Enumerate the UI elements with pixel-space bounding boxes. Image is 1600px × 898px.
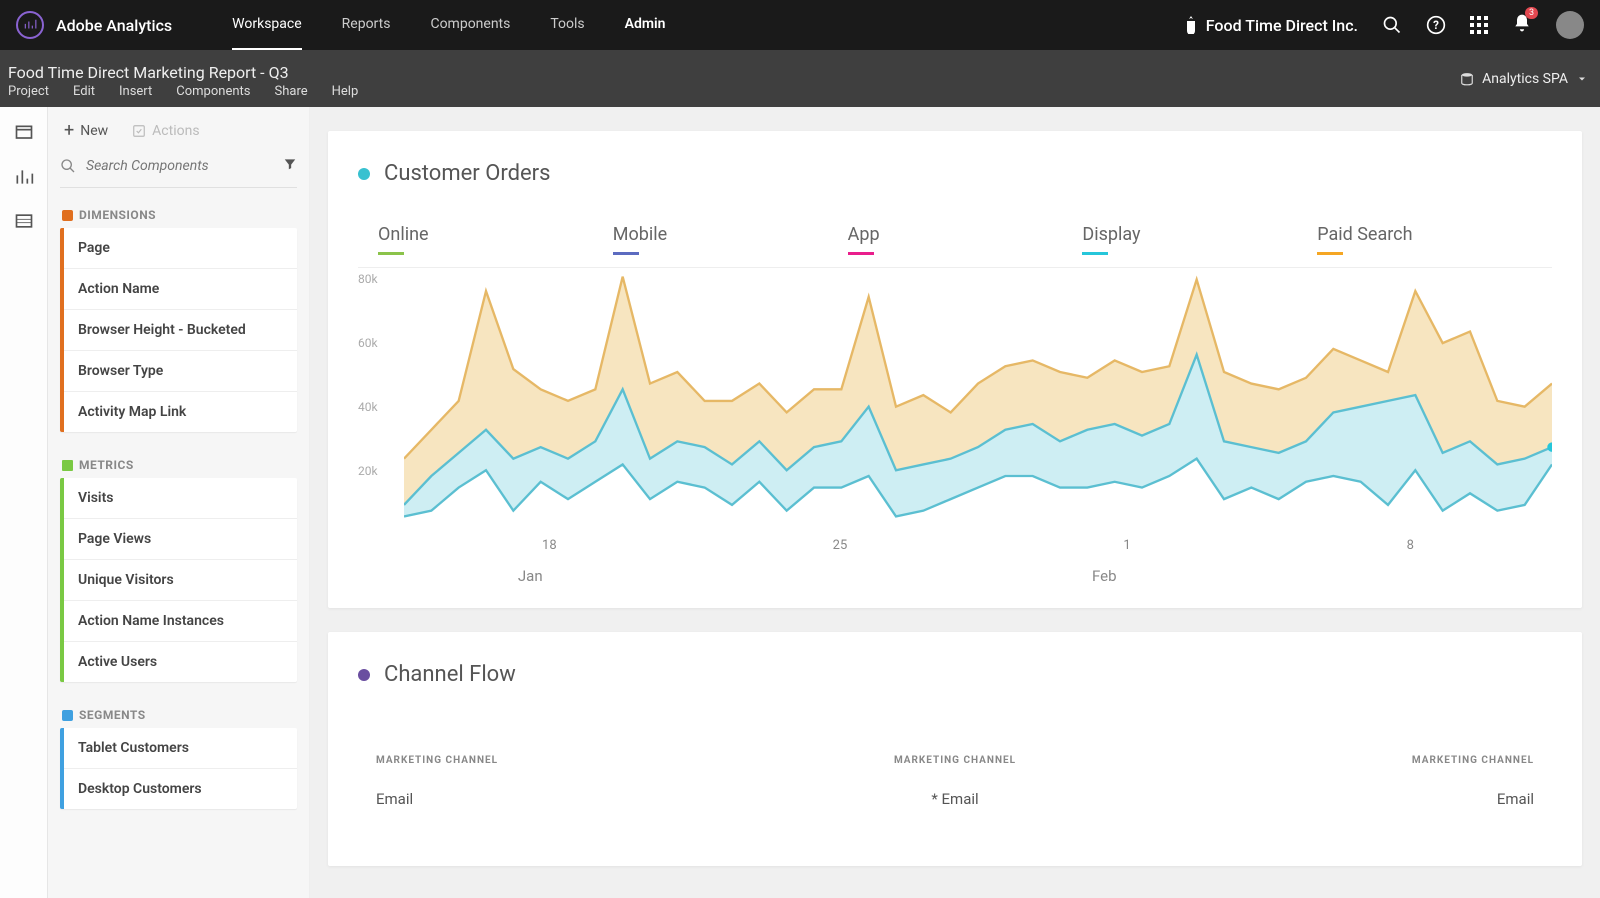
components-sidebar: +New Actions DIMENSIONS PageAction NameB… [48,107,310,898]
metric-item[interactable]: Active Users [64,642,297,682]
flow-col-header: MARKETING CHANNEL [1148,755,1534,766]
channel-tab-mobile[interactable]: Mobile [613,214,848,267]
help-icon[interactable]: ? [1426,15,1446,35]
dimension-item[interactable]: Page [64,228,297,269]
dimensions-color-icon [62,210,73,221]
search-icon [60,158,76,174]
channel-flow-panel: Channel Flow MARKETING CHANNELEmailMARKE… [328,632,1582,866]
chevron-down-icon [1576,73,1588,85]
report-suite-selector[interactable]: Analytics SPA [1460,71,1588,87]
flow-column: MARKETING CHANNEL * Email [762,755,1148,808]
menu-help[interactable]: Help [332,84,359,99]
search-components [60,151,297,188]
filter-icon[interactable] [283,157,297,175]
top-nav-reports[interactable]: Reports [342,0,391,50]
channel-tab-paid-search[interactable]: Paid Search [1317,214,1552,267]
top-nav-workspace[interactable]: Workspace [232,0,302,50]
flow-col-header: MARKETING CHANNEL [376,755,762,766]
segment-item[interactable]: Tablet Customers [64,728,297,769]
metric-item[interactable]: Visits [64,478,297,519]
flow-column: MARKETING CHANNEL Email [376,755,762,808]
panel-title-text: Channel Flow [384,662,516,687]
report-title: Food Time Direct Marketing Report - Q3 [8,59,358,84]
top-nav-components[interactable]: Components [430,0,510,50]
panel-icon[interactable] [14,123,34,143]
top-nav-admin[interactable]: Admin [625,0,666,50]
new-button[interactable]: +New [64,123,108,139]
customer-orders-panel: Customer Orders OnlineMobileAppDisplayPa… [328,131,1582,608]
segment-item[interactable]: Desktop Customers [64,769,297,809]
actions-button: Actions [132,123,199,139]
org-selector[interactable]: Food Time Direct Inc. [1184,16,1358,35]
menu-edit[interactable]: Edit [73,84,95,99]
dimensions-header: DIMENSIONS [60,200,297,228]
menubar: Project Edit Insert Components Share Help [8,84,358,99]
metrics-header: METRICS [60,450,297,478]
workspace-canvas: Customer Orders OnlineMobileAppDisplayPa… [310,107,1600,898]
svg-text:?: ? [1433,18,1439,32]
dimension-item[interactable]: Activity Map Link [64,392,297,432]
panel-dot-icon [358,168,370,180]
sub-header: Food Time Direct Marketing Report - Q3 P… [0,50,1600,107]
segments-list: Tablet CustomersDesktop Customers [60,728,297,809]
panel-dot-icon [358,669,370,681]
menu-components[interactable]: Components [176,84,250,99]
channel-tab-online[interactable]: Online [378,214,613,267]
metrics-color-icon [62,460,73,471]
metric-item[interactable]: Unique Visitors [64,560,297,601]
x-axis-months: JanFeb [404,553,1552,585]
menu-insert[interactable]: Insert [119,84,152,99]
top-nav-tools[interactable]: Tools [550,0,584,50]
segments-color-icon [62,710,73,721]
visualization-icon[interactable] [14,167,34,187]
checkbox-icon [132,124,146,138]
channel-tab-display[interactable]: Display [1082,214,1317,267]
search-input[interactable] [86,158,256,174]
channel-tabs: OnlineMobileAppDisplayPaid Search [358,214,1552,268]
menu-project[interactable]: Project [8,84,49,99]
dimension-item[interactable]: Browser Height - Bucketed [64,310,297,351]
flow-col-value: * Email [762,790,1148,808]
panel-title-text: Customer Orders [384,161,550,186]
x-axis: 182518 [404,532,1552,553]
notifications-icon[interactable]: 3 [1512,13,1532,37]
dimension-item[interactable]: Browser Type [64,351,297,392]
database-icon [1460,72,1474,86]
flow-column: MARKETING CHANNEL Email [1148,755,1534,808]
search-icon[interactable] [1382,15,1402,35]
left-rail [0,107,48,898]
area-chart-svg [404,268,1552,528]
dimensions-list: PageAction NameBrowser Height - Bucketed… [60,228,297,432]
pineapple-icon [1184,16,1198,34]
channel-tab-app[interactable]: App [848,214,1083,267]
app-name: Adobe Analytics [56,16,172,35]
metrics-list: VisitsPage ViewsUnique VisitorsAction Na… [60,478,297,682]
dimension-item[interactable]: Action Name [64,269,297,310]
menu-share[interactable]: Share [275,84,308,99]
metric-item[interactable]: Page Views [64,519,297,560]
top-bar: Adobe Analytics Workspace Reports Componen… [0,0,1600,50]
flow-col-value: Email [376,790,762,808]
adobe-analytics-logo-icon [16,11,44,39]
metric-item[interactable]: Action Name Instances [64,601,297,642]
user-avatar[interactable] [1556,11,1584,39]
flow-col-header: MARKETING CHANNEL [762,755,1148,766]
notification-badge: 3 [1525,7,1538,19]
components-icon[interactable] [14,211,34,231]
orders-chart: 80k60k40k20k 182518 JanFeb [358,268,1552,568]
flow-col-value: Email [1148,790,1534,808]
flow-columns: MARKETING CHANNEL Email MARKETING CHANNEL *… [358,715,1552,812]
y-axis: 80k60k40k20k [358,268,378,542]
segments-header: SEGMENTS [60,700,297,728]
apps-grid-icon[interactable] [1470,16,1488,34]
top-nav: Workspace Reports Components Tools Admin [232,0,665,50]
